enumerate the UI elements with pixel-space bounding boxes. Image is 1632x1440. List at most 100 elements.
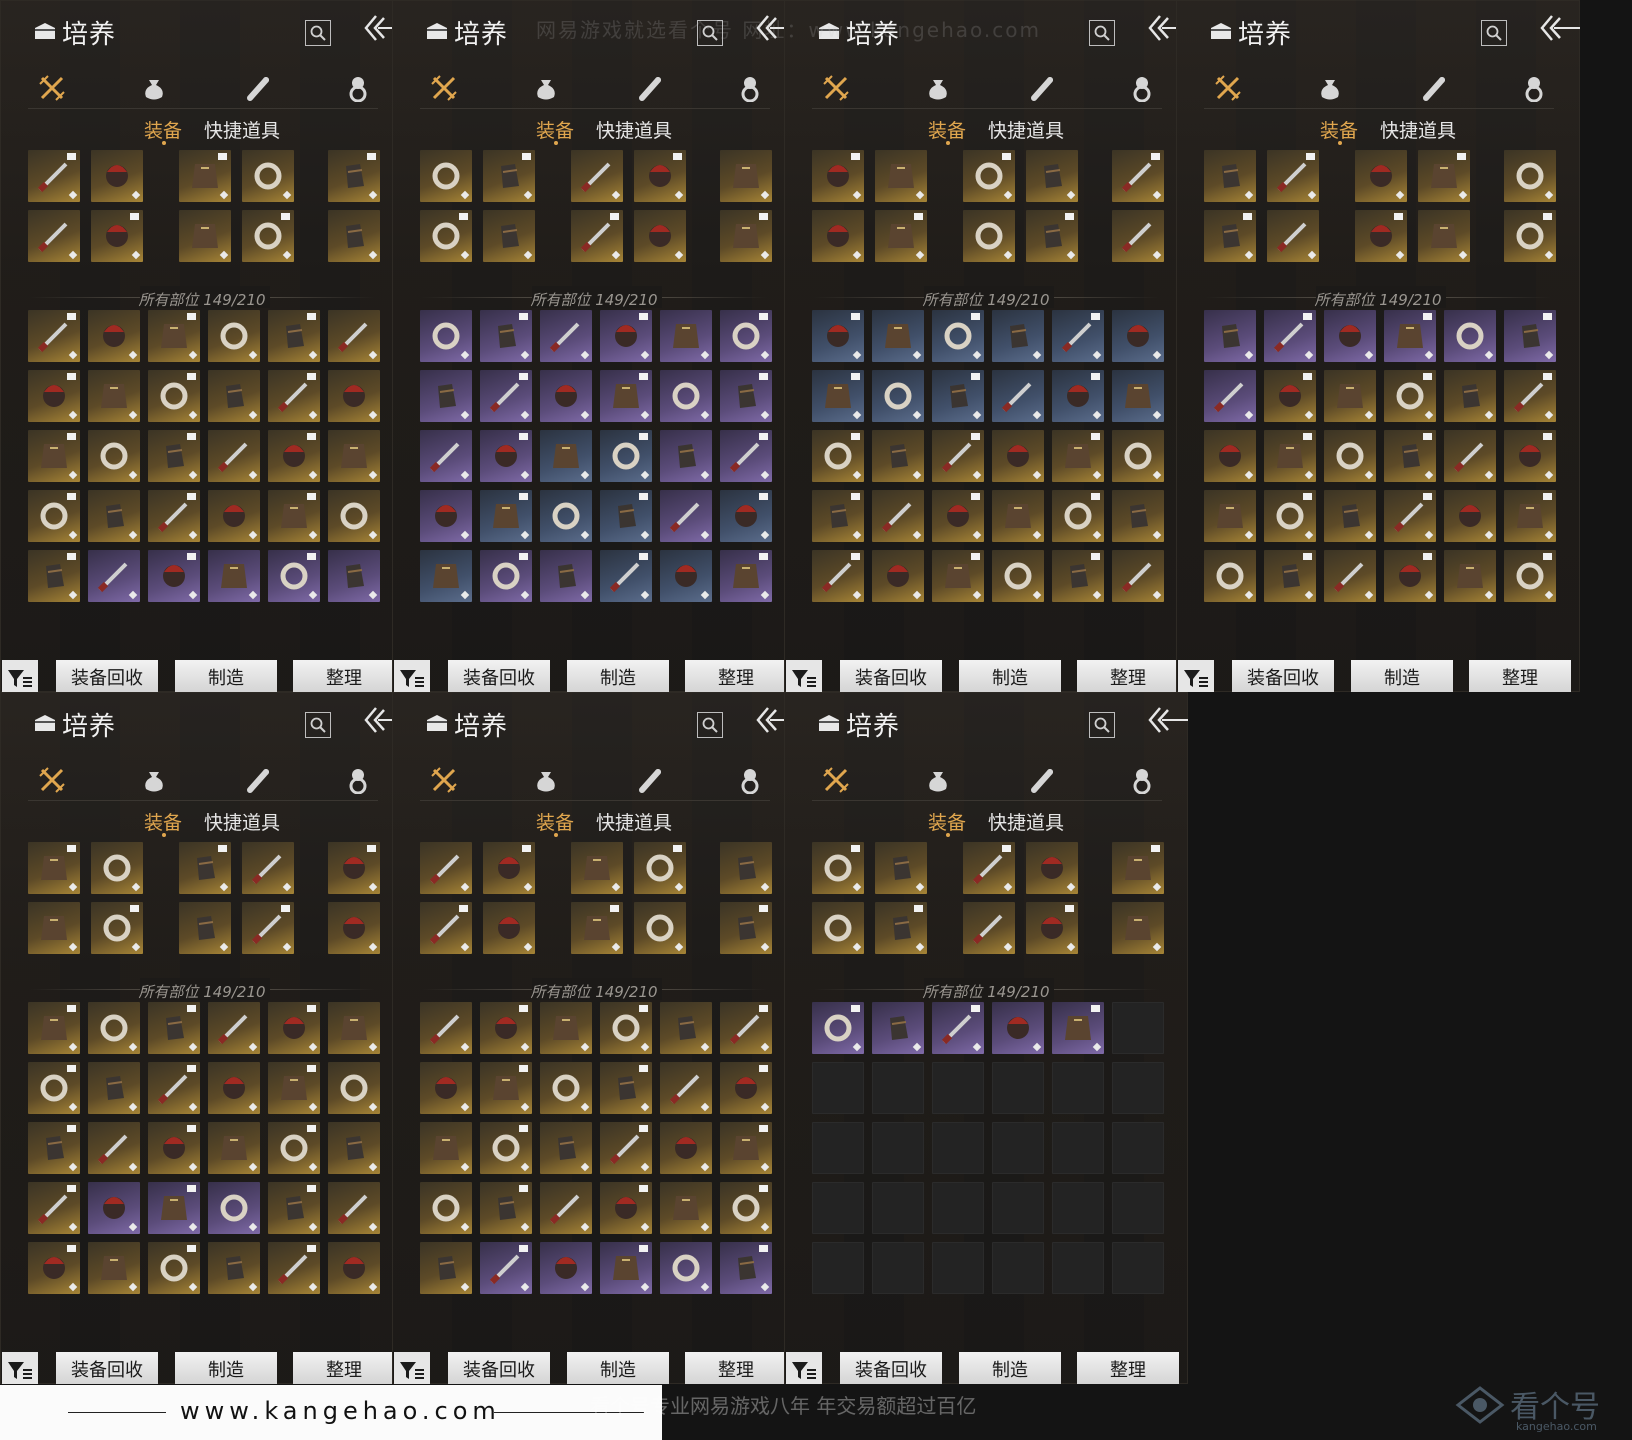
- back-button[interactable]: [1538, 12, 1580, 46]
- inventory-item[interactable]: [208, 1062, 260, 1114]
- equipped-slot[interactable]: [963, 210, 1015, 262]
- equipped-slot[interactable]: [420, 902, 472, 954]
- inventory-item[interactable]: [1504, 370, 1556, 422]
- equipped-slot[interactable]: [1112, 902, 1164, 954]
- equipped-slot[interactable]: [91, 902, 143, 954]
- recycle-button[interactable]: 装备回收: [56, 1352, 158, 1384]
- equipped-slot[interactable]: [242, 902, 294, 954]
- inventory-item[interactable]: [480, 1062, 532, 1114]
- sort-button[interactable]: 整理: [1077, 1352, 1179, 1384]
- equipped-slot[interactable]: [875, 902, 927, 954]
- inventory-item[interactable]: [540, 550, 592, 602]
- inventory-item[interactable]: [600, 1062, 652, 1114]
- recycle-button[interactable]: 装备回收: [1232, 660, 1334, 692]
- inventory-item[interactable]: [540, 490, 592, 542]
- equipped-slot[interactable]: [420, 842, 472, 894]
- inventory-item[interactable]: [1444, 490, 1496, 542]
- inventory-item[interactable]: [208, 1122, 260, 1174]
- inventory-item[interactable]: [1324, 430, 1376, 482]
- craft-button[interactable]: 制造: [1351, 660, 1453, 692]
- filter-button[interactable]: [394, 660, 430, 692]
- tab-equipment[interactable]: 装备: [144, 116, 182, 143]
- inventory-item[interactable]: [720, 1002, 772, 1054]
- tab-quick-items[interactable]: 快捷道具: [204, 808, 280, 835]
- tab-crossed-swords[interactable]: [38, 74, 66, 102]
- inventory-item[interactable]: [148, 1002, 200, 1054]
- inventory-item[interactable]: [992, 370, 1044, 422]
- tab-scroll[interactable]: [636, 74, 664, 102]
- search-button[interactable]: [305, 20, 331, 46]
- inventory-item[interactable]: [872, 370, 924, 422]
- inventory-item[interactable]: [328, 1122, 380, 1174]
- equipped-slot[interactable]: [483, 842, 535, 894]
- inventory-item[interactable]: [1324, 370, 1376, 422]
- equipped-slot[interactable]: [1204, 210, 1256, 262]
- inventory-item[interactable]: [1112, 490, 1164, 542]
- inventory-item[interactable]: [148, 430, 200, 482]
- filter-button[interactable]: [1178, 660, 1214, 692]
- tab-scroll[interactable]: [1028, 74, 1056, 102]
- inventory-item[interactable]: [812, 1002, 864, 1054]
- equipped-slot[interactable]: [720, 842, 772, 894]
- equipped-slot[interactable]: [1026, 902, 1078, 954]
- equipped-slot[interactable]: [1026, 150, 1078, 202]
- inventory-item[interactable]: [992, 490, 1044, 542]
- inventory-item[interactable]: [1204, 490, 1256, 542]
- tab-quick-items[interactable]: 快捷道具: [988, 808, 1064, 835]
- inventory-item[interactable]: [1204, 430, 1256, 482]
- inventory-item[interactable]: [540, 1122, 592, 1174]
- inventory-item[interactable]: [1264, 310, 1316, 362]
- inventory-item[interactable]: [992, 1002, 1044, 1054]
- inventory-item[interactable]: [812, 370, 864, 422]
- equipped-slot[interactable]: [1418, 150, 1470, 202]
- inventory-item[interactable]: [28, 370, 80, 422]
- inventory-item[interactable]: [720, 430, 772, 482]
- inventory-item[interactable]: [1444, 430, 1496, 482]
- inventory-item[interactable]: [540, 1242, 592, 1294]
- tab-equipment[interactable]: 装备: [928, 808, 966, 835]
- craft-button[interactable]: 制造: [175, 660, 277, 692]
- inventory-item[interactable]: [660, 370, 712, 422]
- sort-button[interactable]: 整理: [685, 1352, 787, 1384]
- equipped-slot[interactable]: [963, 150, 1015, 202]
- inventory-item[interactable]: [1264, 370, 1316, 422]
- search-button[interactable]: [1481, 20, 1507, 46]
- equipped-slot[interactable]: [1112, 210, 1164, 262]
- inventory-item[interactable]: [660, 1002, 712, 1054]
- equipped-slot[interactable]: [720, 150, 772, 202]
- inventory-item[interactable]: [28, 1182, 80, 1234]
- inventory-item[interactable]: [812, 550, 864, 602]
- inventory-item[interactable]: [420, 1062, 472, 1114]
- inventory-item[interactable]: [28, 1062, 80, 1114]
- inventory-item[interactable]: [600, 1122, 652, 1174]
- craft-button[interactable]: 制造: [959, 1352, 1061, 1384]
- inventory-item[interactable]: [660, 1062, 712, 1114]
- inventory-item[interactable]: [420, 490, 472, 542]
- inventory-item[interactable]: [1052, 490, 1104, 542]
- inventory-item[interactable]: [540, 370, 592, 422]
- inventory-item[interactable]: [660, 310, 712, 362]
- tab-crossed-swords[interactable]: [1214, 74, 1242, 102]
- inventory-item[interactable]: [660, 1182, 712, 1234]
- inventory-item[interactable]: [600, 1002, 652, 1054]
- inventory-item[interactable]: [720, 1122, 772, 1174]
- inventory-item[interactable]: [812, 310, 864, 362]
- inventory-item[interactable]: [1324, 310, 1376, 362]
- inventory-item[interactable]: [480, 310, 532, 362]
- equipped-slot[interactable]: [328, 150, 380, 202]
- equipped-slot[interactable]: [28, 902, 80, 954]
- inventory-item[interactable]: [1052, 310, 1104, 362]
- inventory-item[interactable]: [540, 1002, 592, 1054]
- inventory-item[interactable]: [1444, 310, 1496, 362]
- inventory-item[interactable]: [1112, 310, 1164, 362]
- inventory-item[interactable]: [148, 550, 200, 602]
- inventory-item[interactable]: [600, 1182, 652, 1234]
- tab-gem[interactable]: [1520, 74, 1548, 103]
- inventory-item[interactable]: [28, 490, 80, 542]
- filter-button[interactable]: [394, 1352, 430, 1384]
- inventory-item[interactable]: [28, 310, 80, 362]
- inventory-item[interactable]: [932, 370, 984, 422]
- equipped-slot[interactable]: [179, 902, 231, 954]
- sort-button[interactable]: 整理: [293, 1352, 395, 1384]
- inventory-item[interactable]: [1324, 550, 1376, 602]
